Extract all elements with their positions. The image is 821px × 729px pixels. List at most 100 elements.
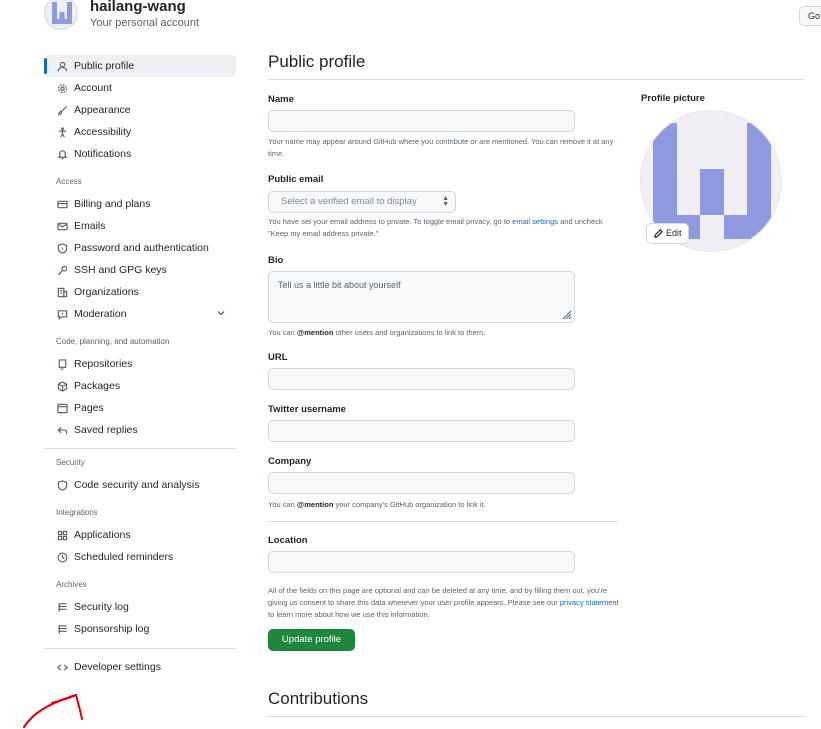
sidebar-item-saved-replies[interactable]: Saved replies	[44, 419, 236, 441]
sidebar-group-access: Access	[56, 177, 82, 186]
name-label: Name	[268, 94, 294, 105]
settings-sidebar: Public profile Account Appearance Access…	[44, 55, 236, 678]
company-input[interactable]	[268, 472, 575, 494]
sidebar-item-appearance[interactable]: Appearance	[44, 99, 236, 121]
privacy-statement-link[interactable]: privacy statement	[560, 598, 619, 607]
sidebar-item-public-profile[interactable]: Public profile	[44, 55, 236, 77]
red-arrow-annotation	[22, 693, 83, 729]
url-input[interactable]	[268, 368, 575, 390]
company-label: Company	[268, 456, 312, 467]
gear-icon	[56, 82, 68, 94]
sidebar-item-label: Scheduled reminders	[74, 551, 174, 563]
name-input[interactable]	[268, 110, 575, 132]
key-icon	[56, 264, 68, 276]
apps-icon	[56, 529, 68, 541]
sidebar-item-account[interactable]: Account	[44, 77, 236, 99]
browser-icon	[56, 402, 68, 414]
contributions-divider	[268, 716, 804, 717]
account-header: hailang-wang Your personal account	[44, 0, 199, 36]
sidebar-item-label: Sponsorship log	[74, 623, 150, 635]
company-help-text: You can @mention your company's GitHub o…	[268, 499, 620, 511]
sidebar-item-security-log[interactable]: Security log	[44, 596, 236, 618]
sidebar-item-label: Developer settings	[74, 661, 161, 673]
twitter-label: Twitter username	[268, 404, 346, 415]
sidebar-item-developer-settings[interactable]: Developer settings	[44, 656, 236, 678]
twitter-input[interactable]	[268, 420, 575, 442]
account-username[interactable]: hailang-wang	[90, 0, 199, 16]
bio-help-part: other users and organizations to link to…	[333, 328, 486, 337]
sidebar-item-repositories[interactable]: Repositories	[44, 353, 236, 375]
public-email-label: Public email	[268, 174, 324, 185]
select-arrows-icon: ▲ ▼	[442, 195, 449, 208]
url-label: URL	[268, 352, 288, 363]
sidebar-item-ssh-gpg[interactable]: SSH and GPG keys	[44, 259, 236, 281]
sidebar-item-billing[interactable]: Billing and plans	[44, 193, 236, 215]
clock-icon	[56, 551, 68, 563]
bio-placeholder: Tell us a little bit about yourself	[278, 280, 401, 290]
sidebar-item-label: Saved replies	[74, 424, 138, 436]
edit-avatar-button[interactable]: Edit	[646, 223, 689, 244]
sidebar-group-security: Security	[56, 458, 85, 467]
paintbrush-icon	[56, 104, 68, 116]
email-settings-link[interactable]: email settings	[512, 217, 558, 226]
sidebar-item-label: Accessibility	[74, 126, 132, 138]
bio-help-part: You can	[268, 328, 297, 337]
company-help-part: You can	[268, 500, 297, 509]
organization-icon	[56, 286, 68, 298]
accessibility-icon	[56, 126, 68, 138]
bio-textarea[interactable]: Tell us a little bit about yourself	[268, 271, 575, 323]
sidebar-item-label: Pages	[74, 402, 104, 414]
mention-text: @mention	[296, 500, 334, 509]
public-email-select-value: Select a verified email to display	[281, 196, 417, 207]
reply-icon	[56, 424, 68, 436]
account-subtitle: Your personal account	[90, 17, 200, 29]
sidebar-item-label: Security log	[74, 601, 129, 613]
sidebar-group-integrations: Integrations	[56, 508, 98, 517]
location-label: Location	[268, 535, 308, 546]
title-divider	[268, 79, 804, 80]
sidebar-item-emails[interactable]: Emails	[44, 215, 236, 237]
sidebar-item-code-security[interactable]: Code security and analysis	[44, 474, 236, 496]
public-email-select[interactable]: Select a verified email to display ▲ ▼	[268, 191, 456, 213]
pencil-icon	[654, 229, 663, 238]
sidebar-item-label: Emails	[74, 220, 106, 232]
log-icon	[56, 623, 68, 635]
sidebar-item-label: Account	[74, 82, 112, 94]
email-help-text: You have set your email address to priva…	[268, 216, 620, 240]
log-icon	[56, 601, 68, 613]
bio-label: Bio	[268, 255, 284, 266]
mail-icon	[56, 220, 68, 232]
sidebar-item-label: Organizations	[74, 286, 139, 298]
sidebar-item-moderation[interactable]: Moderation	[44, 303, 236, 325]
sidebar-item-packages[interactable]: Packages	[44, 375, 236, 397]
location-input[interactable]	[268, 551, 575, 573]
sidebar-item-label: Public profile	[74, 60, 135, 72]
sidebar-item-pages[interactable]: Pages	[44, 397, 236, 419]
sidebar-item-scheduled-reminders[interactable]: Scheduled reminders	[44, 546, 236, 568]
shield-lock-icon	[56, 242, 68, 254]
mention-text: @mention	[296, 328, 334, 337]
person-icon	[56, 60, 68, 72]
resize-handle-icon[interactable]	[560, 308, 572, 320]
sidebar-item-label: Billing and plans	[74, 198, 151, 210]
sidebar-item-organizations[interactable]: Organizations	[44, 281, 236, 303]
avatar[interactable]	[44, 0, 78, 30]
package-icon	[56, 380, 68, 392]
sidebar-item-applications[interactable]: Applications	[44, 524, 236, 546]
sidebar-item-label: Code security and analysis	[74, 479, 200, 491]
sidebar-item-notifications[interactable]: Notifications	[44, 143, 236, 165]
bell-icon	[56, 148, 68, 160]
sidebar-item-password[interactable]: Password and authentication	[44, 237, 236, 259]
go-to-profile-button[interactable]: Go t	[799, 6, 821, 26]
codescan-icon	[56, 479, 68, 491]
sidebar-item-label: Password and authentication	[74, 242, 209, 254]
consent-text: All of the fields on this page are optio…	[268, 585, 620, 621]
chevron-down-icon[interactable]	[216, 308, 226, 321]
contributions-heading: Contributions	[268, 689, 369, 708]
code-icon	[56, 661, 68, 673]
edit-avatar-label: Edit	[666, 228, 682, 238]
update-profile-button[interactable]: Update profile	[268, 629, 355, 651]
sidebar-item-sponsorship-log[interactable]: Sponsorship log	[44, 618, 236, 640]
sidebar-item-accessibility[interactable]: Accessibility	[44, 121, 236, 143]
consent-part: All of the fields on this page are optio…	[268, 586, 608, 607]
